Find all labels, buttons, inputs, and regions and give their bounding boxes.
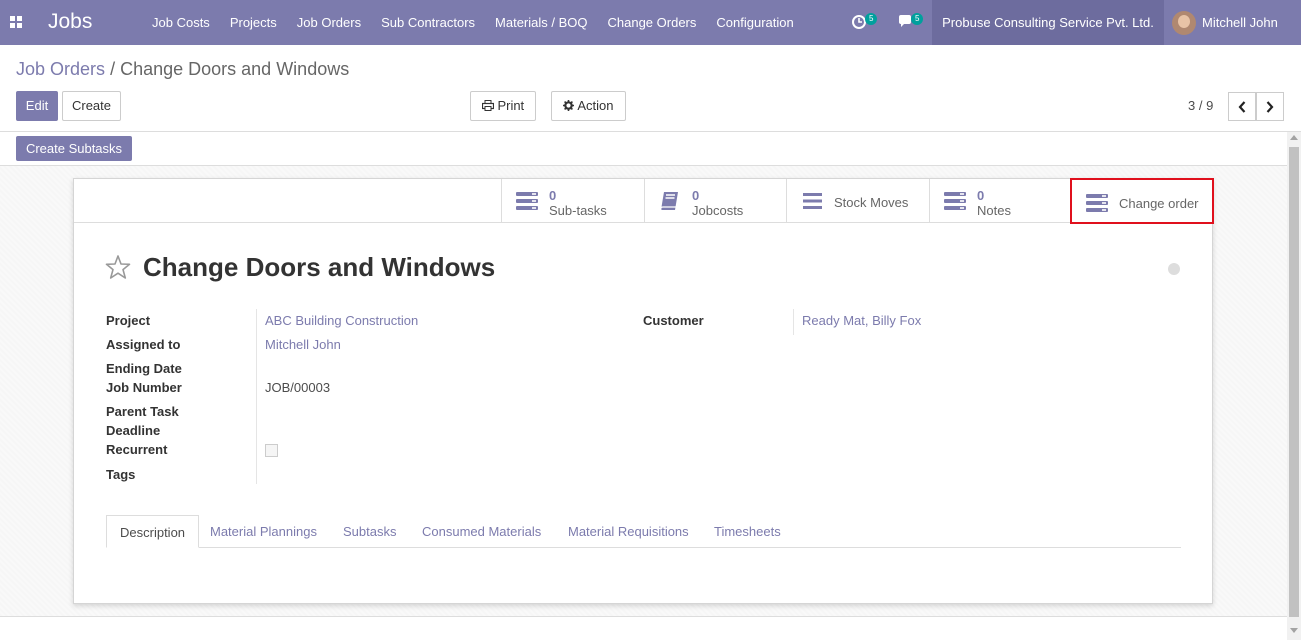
assigned-to-value[interactable]: Mitchell John bbox=[265, 337, 341, 352]
subtasks-smart-button[interactable]: 0 Sub-tasks bbox=[501, 179, 644, 223]
tab-material-plannings[interactable]: Material Plannings bbox=[197, 515, 330, 548]
project-label: Project bbox=[106, 313, 151, 328]
menu-materials-boq[interactable]: Materials / BOQ bbox=[485, 0, 597, 45]
menu-configuration[interactable]: Configuration bbox=[706, 0, 803, 45]
list-bars-icon bbox=[803, 193, 822, 209]
user-menu[interactable]: Mitchell John bbox=[1172, 0, 1278, 45]
action-label: Action bbox=[577, 98, 614, 113]
action-button[interactable]: Action bbox=[551, 91, 626, 121]
scroll-down-arrow-icon[interactable] bbox=[1290, 628, 1298, 633]
menu-job-orders[interactable]: Job Orders bbox=[287, 0, 371, 45]
field-separator bbox=[793, 309, 794, 335]
breadcrumb: Job Orders / Change Doors and Windows bbox=[16, 59, 349, 80]
recurrent-label: Recurrent bbox=[106, 442, 168, 457]
scroll-up-arrow-icon[interactable] bbox=[1290, 135, 1298, 140]
kanban-state-dot[interactable] bbox=[1168, 263, 1180, 275]
gear-icon bbox=[563, 100, 575, 111]
scrollbar-thumb[interactable] bbox=[1289, 147, 1299, 617]
create-subtasks-button[interactable]: Create Subtasks bbox=[16, 136, 132, 161]
job-number-value: JOB/00003 bbox=[265, 380, 331, 395]
parent-task-label: Parent Task bbox=[106, 404, 179, 419]
form-sheet: 0 Sub-tasks 0 Jobcosts Stock Moves 0 Not… bbox=[73, 178, 1214, 604]
chevron-left-icon bbox=[1238, 100, 1246, 113]
tab-timesheets[interactable]: Timesheets bbox=[701, 515, 794, 548]
notes-smart-button[interactable]: 0 Notes bbox=[929, 179, 1070, 223]
tab-material-requisitions[interactable]: Material Requisitions bbox=[555, 515, 702, 548]
breadcrumb-separator: / bbox=[110, 59, 116, 79]
job-number-label: Job Number bbox=[106, 380, 182, 395]
tasks-stack-icon bbox=[516, 192, 538, 210]
breadcrumb-current: Change Doors and Windows bbox=[120, 59, 350, 79]
app-brand[interactable]: Jobs bbox=[48, 10, 92, 34]
create-button[interactable]: Create bbox=[62, 91, 121, 121]
record-title: Change Doors and Windows bbox=[143, 252, 496, 282]
subtasks-count: 0 bbox=[549, 188, 557, 203]
recurrent-checkbox[interactable] bbox=[265, 444, 278, 457]
divider bbox=[0, 616, 1287, 617]
apps-menu-icon[interactable] bbox=[10, 16, 22, 28]
jobcosts-count: 0 bbox=[692, 188, 700, 203]
jobcosts-smart-button[interactable]: 0 Jobcosts bbox=[644, 179, 786, 223]
top-navbar: Jobs Job Costs Projects Job Orders Sub C… bbox=[0, 0, 1301, 45]
main-menu: Job Costs Projects Job Orders Sub Contra… bbox=[142, 0, 804, 45]
ending-date-label: Ending Date bbox=[106, 361, 182, 376]
menu-sub-contractors[interactable]: Sub Contractors bbox=[371, 0, 485, 45]
print-button[interactable]: Print bbox=[470, 91, 536, 121]
assigned-to-label: Assigned to bbox=[106, 337, 181, 352]
book-icon bbox=[660, 192, 678, 211]
notes-count: 0 bbox=[977, 188, 985, 203]
breadcrumb-parent[interactable]: Job Orders bbox=[16, 59, 105, 79]
stock-moves-label: Stock Moves bbox=[834, 195, 909, 210]
activity-count-badge: 5 bbox=[865, 13, 878, 25]
print-icon bbox=[481, 100, 494, 111]
change-order-stack-icon bbox=[1086, 194, 1108, 212]
notebook-tabs: Description Material Plannings Subtasks … bbox=[106, 515, 1181, 548]
project-value[interactable]: ABC Building Construction bbox=[265, 313, 418, 328]
menu-change-orders[interactable]: Change Orders bbox=[598, 0, 707, 45]
change-order-label: Change order bbox=[1119, 196, 1199, 211]
stock-moves-smart-button[interactable]: Stock Moves bbox=[786, 179, 929, 223]
form-statusbar bbox=[0, 132, 1287, 166]
deadline-label: Deadline bbox=[106, 423, 161, 438]
field-separator bbox=[256, 309, 257, 484]
company-switcher[interactable]: Probuse Consulting Service Pvt. Ltd. bbox=[932, 0, 1164, 45]
favorite-star-icon[interactable] bbox=[105, 254, 131, 280]
print-label: Print bbox=[497, 98, 525, 113]
change-order-smart-button[interactable]: Change order bbox=[1070, 178, 1214, 224]
smart-button-box: 0 Sub-tasks 0 Jobcosts Stock Moves 0 Not… bbox=[74, 178, 1214, 224]
tags-label: Tags bbox=[106, 467, 136, 482]
tab-subtasks[interactable]: Subtasks bbox=[330, 515, 409, 548]
pager-previous-button[interactable] bbox=[1228, 92, 1256, 121]
message-count-badge: 5 bbox=[911, 13, 924, 25]
edit-button[interactable]: Edit bbox=[16, 91, 58, 121]
subtasks-label: Sub-tasks bbox=[549, 203, 607, 218]
user-name: Mitchell John bbox=[1202, 15, 1278, 30]
customer-value[interactable]: Ready Mat, Billy Fox bbox=[802, 313, 921, 328]
pager-next-button[interactable] bbox=[1256, 92, 1284, 121]
menu-projects[interactable]: Projects bbox=[220, 0, 287, 45]
menu-job-costs[interactable]: Job Costs bbox=[142, 0, 220, 45]
tab-description[interactable]: Description bbox=[106, 515, 200, 548]
jobcosts-label: Jobcosts bbox=[692, 203, 744, 218]
notes-stack-icon bbox=[944, 192, 966, 210]
customer-label: Customer bbox=[643, 313, 704, 328]
chevron-right-icon bbox=[1266, 100, 1274, 113]
pager-value[interactable]: 3 / 9 bbox=[1188, 98, 1213, 113]
avatar bbox=[1172, 10, 1196, 35]
tab-consumed-materials[interactable]: Consumed Materials bbox=[409, 515, 554, 548]
notes-label: Notes bbox=[977, 203, 1011, 218]
